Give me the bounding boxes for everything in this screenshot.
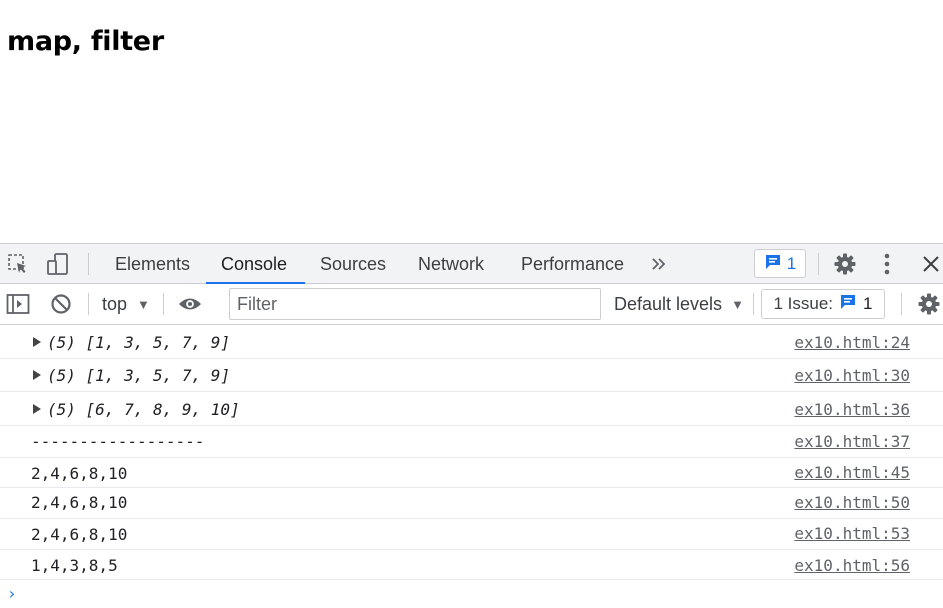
console-settings-icon[interactable] [917,292,941,316]
log-text: 2,4,6,8,10 [31,525,128,544]
console-message[interactable]: (5) [1, 3, 5, 7, 9] ex10.html:30 [0,359,943,392]
devtools-tab-bar: Elements Console Sources Network Perform… [0,243,943,284]
source-link[interactable]: ex10.html:50 [794,493,910,512]
settings-icon[interactable] [833,252,857,276]
clear-console-icon[interactable] [49,292,73,316]
tab-sources[interactable]: Sources [320,244,386,284]
source-link[interactable]: ex10.html:45 [794,463,910,482]
page-viewport: map, filter [0,0,943,243]
issues-count: 1 [863,294,873,313]
log-text: ------------------ [31,432,205,451]
more-tabs-icon[interactable] [647,252,671,276]
console-message: 1,4,3,8,5 ex10.html:56 [0,550,943,580]
console-message: 2,4,6,8,10 ex10.html:53 [0,519,943,550]
close-icon[interactable] [919,252,943,276]
live-expression-eye-icon[interactable] [178,292,202,316]
issues-button[interactable]: 1 Issue: 1 [761,289,885,319]
log-levels-label: Default levels [614,293,723,314]
messages-badge-button[interactable]: 1 [754,249,806,278]
inspect-element-icon[interactable] [6,252,30,276]
more-options-icon[interactable] [875,252,899,276]
log-text: 2,4,6,8,10 [31,493,128,512]
source-link[interactable]: ex10.html:24 [794,333,910,352]
array-preview: (5) [6, 7, 8, 9, 10] [47,400,240,419]
source-link[interactable]: ex10.html:56 [794,556,910,575]
expand-triangle-icon[interactable] [33,404,41,414]
devtools-panel: Elements Console Sources Network Perform… [0,243,943,604]
toolbar-divider [818,253,819,275]
console-message: 2,4,6,8,10 ex10.html:45 [0,458,943,488]
log-levels-dropdown[interactable]: Default levels ▼ [614,284,744,324]
console-toolbar: top ▼ Default levels ▼ 1 Issue: 1 [0,284,943,325]
messages-count: 1 [786,253,797,273]
expand-triangle-icon[interactable] [33,370,41,380]
source-link[interactable]: ex10.html:37 [794,432,910,451]
console-prompt-icon: › [7,584,17,603]
toolbar-divider [901,293,902,315]
console-message: 2,4,6,8,10 ex10.html:50 [0,488,943,519]
issues-label: 1 Issue: [773,294,834,313]
console-filter-input[interactable] [229,288,601,320]
console-message: ------------------ ex10.html:37 [0,426,943,458]
context-selector[interactable]: top ▼ [102,284,150,324]
source-link[interactable]: ex10.html:36 [794,400,910,419]
toolbar-divider [88,253,89,275]
console-messages: (5) [1, 3, 5, 7, 9] ex10.html:24 (5) [1,… [0,325,943,608]
context-label: top [102,293,128,314]
message-icon [764,253,782,275]
array-preview: (5) [1, 3, 5, 7, 9] [47,366,231,385]
source-link[interactable]: ex10.html:30 [794,366,910,385]
toolbar-divider [753,293,754,315]
console-message[interactable]: (5) [1, 3, 5, 7, 9] ex10.html:24 [0,325,943,359]
tab-performance[interactable]: Performance [521,244,624,284]
array-preview: (5) [1, 3, 5, 7, 9] [47,333,231,352]
page-heading: map, filter [7,26,164,57]
device-toolbar-icon[interactable] [46,252,70,276]
source-link[interactable]: ex10.html:53 [794,524,910,543]
dropdown-arrow-icon: ▼ [731,296,744,312]
sidebar-toggle-icon[interactable] [6,292,30,316]
message-icon [839,293,857,315]
dropdown-arrow-icon: ▼ [137,296,150,312]
log-text: 2,4,6,8,10 [31,464,128,483]
toolbar-divider [163,293,164,315]
tab-elements[interactable]: Elements [115,244,190,284]
console-message[interactable]: (5) [6, 7, 8, 9, 10] ex10.html:36 [0,392,943,426]
tab-console[interactable]: Console [205,244,306,284]
toolbar-divider [88,293,89,315]
tab-network[interactable]: Network [418,244,484,284]
log-text: 1,4,3,8,5 [31,556,118,575]
expand-triangle-icon[interactable] [33,337,41,347]
